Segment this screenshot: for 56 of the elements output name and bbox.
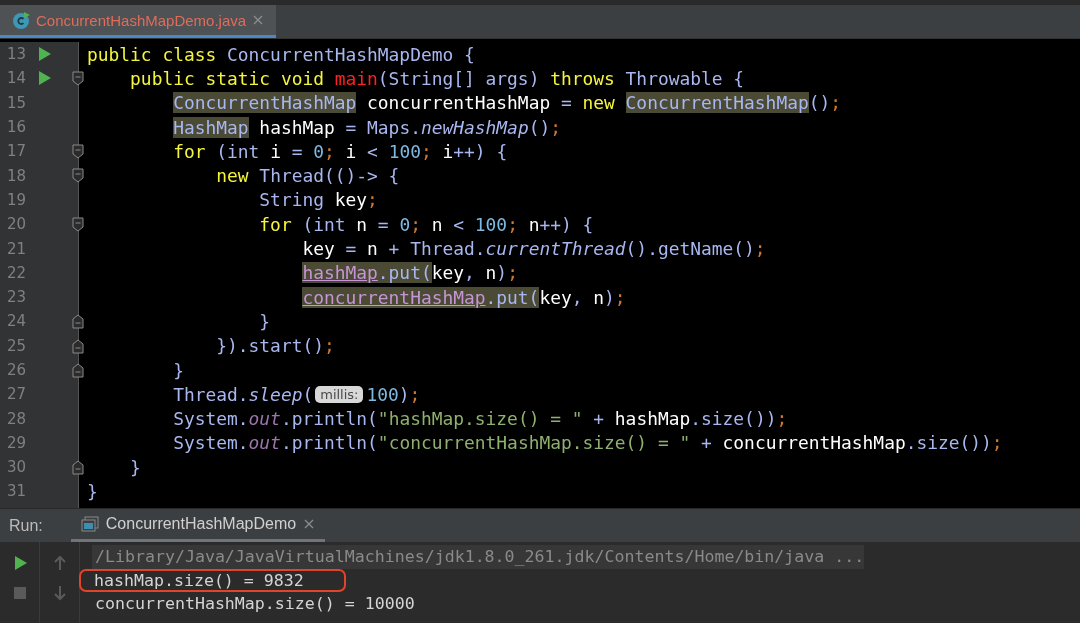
code-text: System.out.println("concurrentHashMap.size() = " + concurrentHashMap.size()); <box>172 432 1003 454</box>
line-number: 14 <box>5 69 26 88</box>
fold-icon[interactable] <box>72 71 84 87</box>
code-text: 100); <box>366 383 421 405</box>
run-icon[interactable] <box>39 47 51 62</box>
fold-icon[interactable] <box>72 144 84 160</box>
code-text: for (int n = 0; n < 100; n++) { <box>258 213 594 235</box>
line-number: 27 <box>5 385 26 404</box>
line-number: 25 <box>5 336 26 355</box>
panel-label: Run: <box>9 516 43 535</box>
code-text: } <box>258 310 271 332</box>
fold-icon[interactable] <box>72 460 84 476</box>
line-number: 31 <box>5 482 26 501</box>
window-icon <box>80 516 99 532</box>
close-icon[interactable] <box>252 14 265 26</box>
code-text: } <box>172 359 184 381</box>
line-number: 21 <box>5 239 26 258</box>
code-text: HashMap hashMap = Maps.newHashMap(); <box>172 116 561 138</box>
parameter-hint: millis: <box>315 385 364 403</box>
close-icon[interactable] <box>303 518 316 530</box>
code-text: System.out.println("hashMap.size() = " + hashMap.size()); <box>172 408 788 430</box>
line-number: 22 <box>5 263 26 282</box>
fold-icon[interactable] <box>72 362 84 378</box>
run-icon[interactable] <box>39 71 51 86</box>
line-number: 23 <box>5 288 26 307</box>
fold-icon[interactable] <box>72 338 84 354</box>
code-text: key = n + Thread.currentThread().getName(); <box>301 238 766 259</box>
fold-icon[interactable] <box>72 217 84 233</box>
line-number: 29 <box>5 433 26 452</box>
console-output: hashMap.size() = 9832 <box>79 568 346 592</box>
line-number: 17 <box>5 142 26 161</box>
line-number: 28 <box>5 409 26 428</box>
line-number: 15 <box>5 93 26 112</box>
line-number: 24 <box>5 312 26 331</box>
code-text: public class ConcurrentHashMapDemo { <box>87 43 475 65</box>
code-text: }).start(); <box>215 335 335 357</box>
code-text: ConcurrentHashMap concurrentHashMap = new ConcurrentHashMap(); <box>172 92 842 114</box>
line-number: 20 <box>5 215 26 234</box>
line-number: 26 <box>5 361 26 379</box>
line-number: 18 <box>5 166 26 185</box>
fold-icon[interactable] <box>72 314 84 330</box>
console-output: concurrentHashMap.size() = 10000 <box>94 593 416 616</box>
class-file-icon <box>12 11 30 29</box>
line-number: 13 <box>5 45 26 64</box>
code-text: } <box>129 456 141 478</box>
code-text: for (int i = 0; i < 100; i++) { <box>172 140 508 162</box>
code-text: Thread.sleep( <box>172 383 314 405</box>
line-number: 30 <box>5 458 26 477</box>
code-text: public static void main(String[] args) throws Throwable { <box>129 67 745 89</box>
fold-icon[interactable] <box>72 168 84 184</box>
code-text: } <box>87 481 98 502</box>
line-number: 16 <box>5 118 26 137</box>
line-number: 19 <box>5 190 26 209</box>
code-text: hashMap.put(key, n); <box>301 262 518 284</box>
code-text: new Thread(()-> { <box>215 165 400 187</box>
code-text: String key; <box>258 189 378 211</box>
